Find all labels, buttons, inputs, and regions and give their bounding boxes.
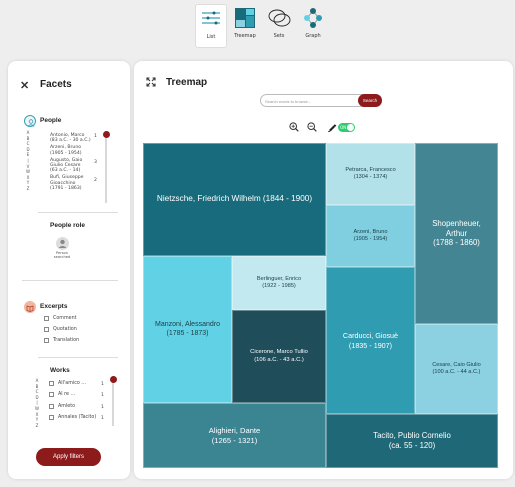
divider	[38, 212, 118, 213]
search-input[interactable]	[265, 97, 353, 105]
treemap-tile[interactable]: Alighieri, Dante (1265 - 1321)	[143, 403, 326, 468]
work-count: 1	[101, 382, 104, 387]
treemap-tile[interactable]: Cicerone, Marco Tullio (106 a.C. - 43 a.C…	[232, 310, 326, 403]
excerpt-translation-checkbox[interactable]: Translation	[44, 338, 79, 343]
treemap-tile[interactable]: Cesare, Caio Giulio (100 a.C. - 44 a.C.)	[415, 324, 498, 414]
view-switcher: List Treemap Sets Graph	[195, 4, 329, 48]
view-sets-button[interactable]: Sets	[263, 4, 295, 48]
excerpts-title: Excerpts	[40, 303, 68, 310]
divider	[38, 357, 118, 358]
person-searched-avatar[interactable]	[56, 237, 69, 250]
excerpt-quotation-checkbox[interactable]: Quotation	[44, 327, 77, 332]
highlighter-icon[interactable]	[327, 122, 337, 132]
treemap-tile[interactable]: Shopenheuer, Arthur (1788 - 1860)	[415, 143, 498, 324]
search-button[interactable]: Search	[358, 94, 382, 107]
toggle-label: ON	[340, 125, 347, 130]
highlight-toggle[interactable]: ON	[338, 123, 355, 132]
apply-filters-button[interactable]: Apply filters	[36, 448, 101, 466]
list-item[interactable]: Augusto, Gaio Giulio Cesare (63 a.C. - 14)	[50, 158, 100, 174]
close-icon[interactable]: ✕	[20, 79, 29, 92]
treemap-panel: Treemap Search ON Nietzsche, Friedrich W…	[134, 61, 513, 479]
work-item-checkbox[interactable]: All'amico …	[49, 381, 86, 386]
view-graph-button[interactable]: Graph	[297, 4, 329, 48]
person-searched-label: Person searched	[53, 251, 71, 259]
people-alphabet-index[interactable]: ABCDE | VWXYZ	[25, 130, 31, 192]
work-count: 1	[101, 416, 104, 421]
page-title: Treemap	[166, 77, 208, 88]
work-count: 1	[101, 393, 104, 398]
people-title: People	[40, 117, 62, 124]
expand-icon[interactable]	[146, 77, 156, 87]
people-scrollbar[interactable]	[102, 131, 110, 203]
people-count: 3	[94, 160, 97, 165]
treemap-tile[interactable]: Berlinguer, Enrico (1922 - 1985)	[232, 256, 326, 310]
search-bar: Search	[260, 94, 382, 107]
treemap-icon	[235, 8, 255, 28]
sets-icon	[268, 9, 291, 27]
works-alphabet-index[interactable]: ABCD | WXYZ	[34, 378, 40, 428]
toggle-knob	[347, 124, 354, 131]
list-icon	[202, 11, 220, 25]
facets-panel: ✕ Facets People ABCDE | VWXYZ Antonio, M…	[8, 61, 130, 479]
zoom-out-icon[interactable]	[307, 122, 317, 132]
people-icon	[24, 115, 36, 127]
treemap-tile[interactable]: Carducci, Giosuè (1835 - 1907)	[326, 267, 415, 414]
people-count: 1	[94, 134, 97, 139]
treemap-tile[interactable]: Tacito, Publio Cornelio (ca. 55 - 120)	[326, 414, 498, 468]
treemap-tile[interactable]: Arzeni, Bruno (1905 - 1954)	[326, 205, 415, 267]
book-icon	[24, 301, 36, 313]
graph-icon	[304, 8, 322, 28]
work-item-checkbox[interactable]: Annales (Tacito)	[49, 415, 96, 420]
treemap-tile[interactable]: Nietzsche, Friedrich Wilhelm (1844 - 190…	[143, 143, 326, 256]
view-list-label: List	[206, 34, 216, 40]
works-scrollbar[interactable]	[109, 376, 117, 426]
treemap: Nietzsche, Friedrich Wilhelm (1844 - 190…	[143, 143, 498, 468]
treemap-tile[interactable]: Petrarca, Francesco (1304 - 1374)	[326, 143, 415, 205]
works-title: Works	[50, 367, 70, 374]
people-count: 2	[94, 178, 97, 183]
treemap-tile[interactable]: Manzoni, Alessandro (1785 - 1873)	[143, 256, 232, 403]
list-item[interactable]: Antonio, Marco (83 a.C. - 30 a.C.)	[50, 133, 100, 144]
view-graph-label: Graph	[305, 33, 321, 39]
excerpt-comment-checkbox[interactable]: Comment	[44, 316, 77, 321]
people-list: Antonio, Marco (83 a.C. - 30 a.C.) Arzeni…	[50, 133, 100, 193]
divider	[22, 280, 118, 281]
view-sets-label: Sets	[273, 33, 285, 39]
work-item-checkbox[interactable]: Al re …	[49, 392, 75, 397]
zoom-in-icon[interactable]	[289, 122, 299, 132]
view-list-button[interactable]: List	[195, 4, 227, 48]
list-item[interactable]: Bufi, Giuseppe Gioacchino (1791 - 1863)	[50, 175, 100, 191]
work-count: 1	[101, 405, 104, 410]
facets-title: Facets	[40, 79, 72, 90]
work-item-checkbox[interactable]: Amleto	[49, 404, 75, 409]
view-treemap-button[interactable]: Treemap	[229, 4, 261, 48]
list-item[interactable]: Arzeni, Bruno (1905 - 1954)	[50, 145, 100, 156]
view-treemap-label: Treemap	[234, 33, 256, 39]
people-role-title: People role	[50, 222, 86, 229]
